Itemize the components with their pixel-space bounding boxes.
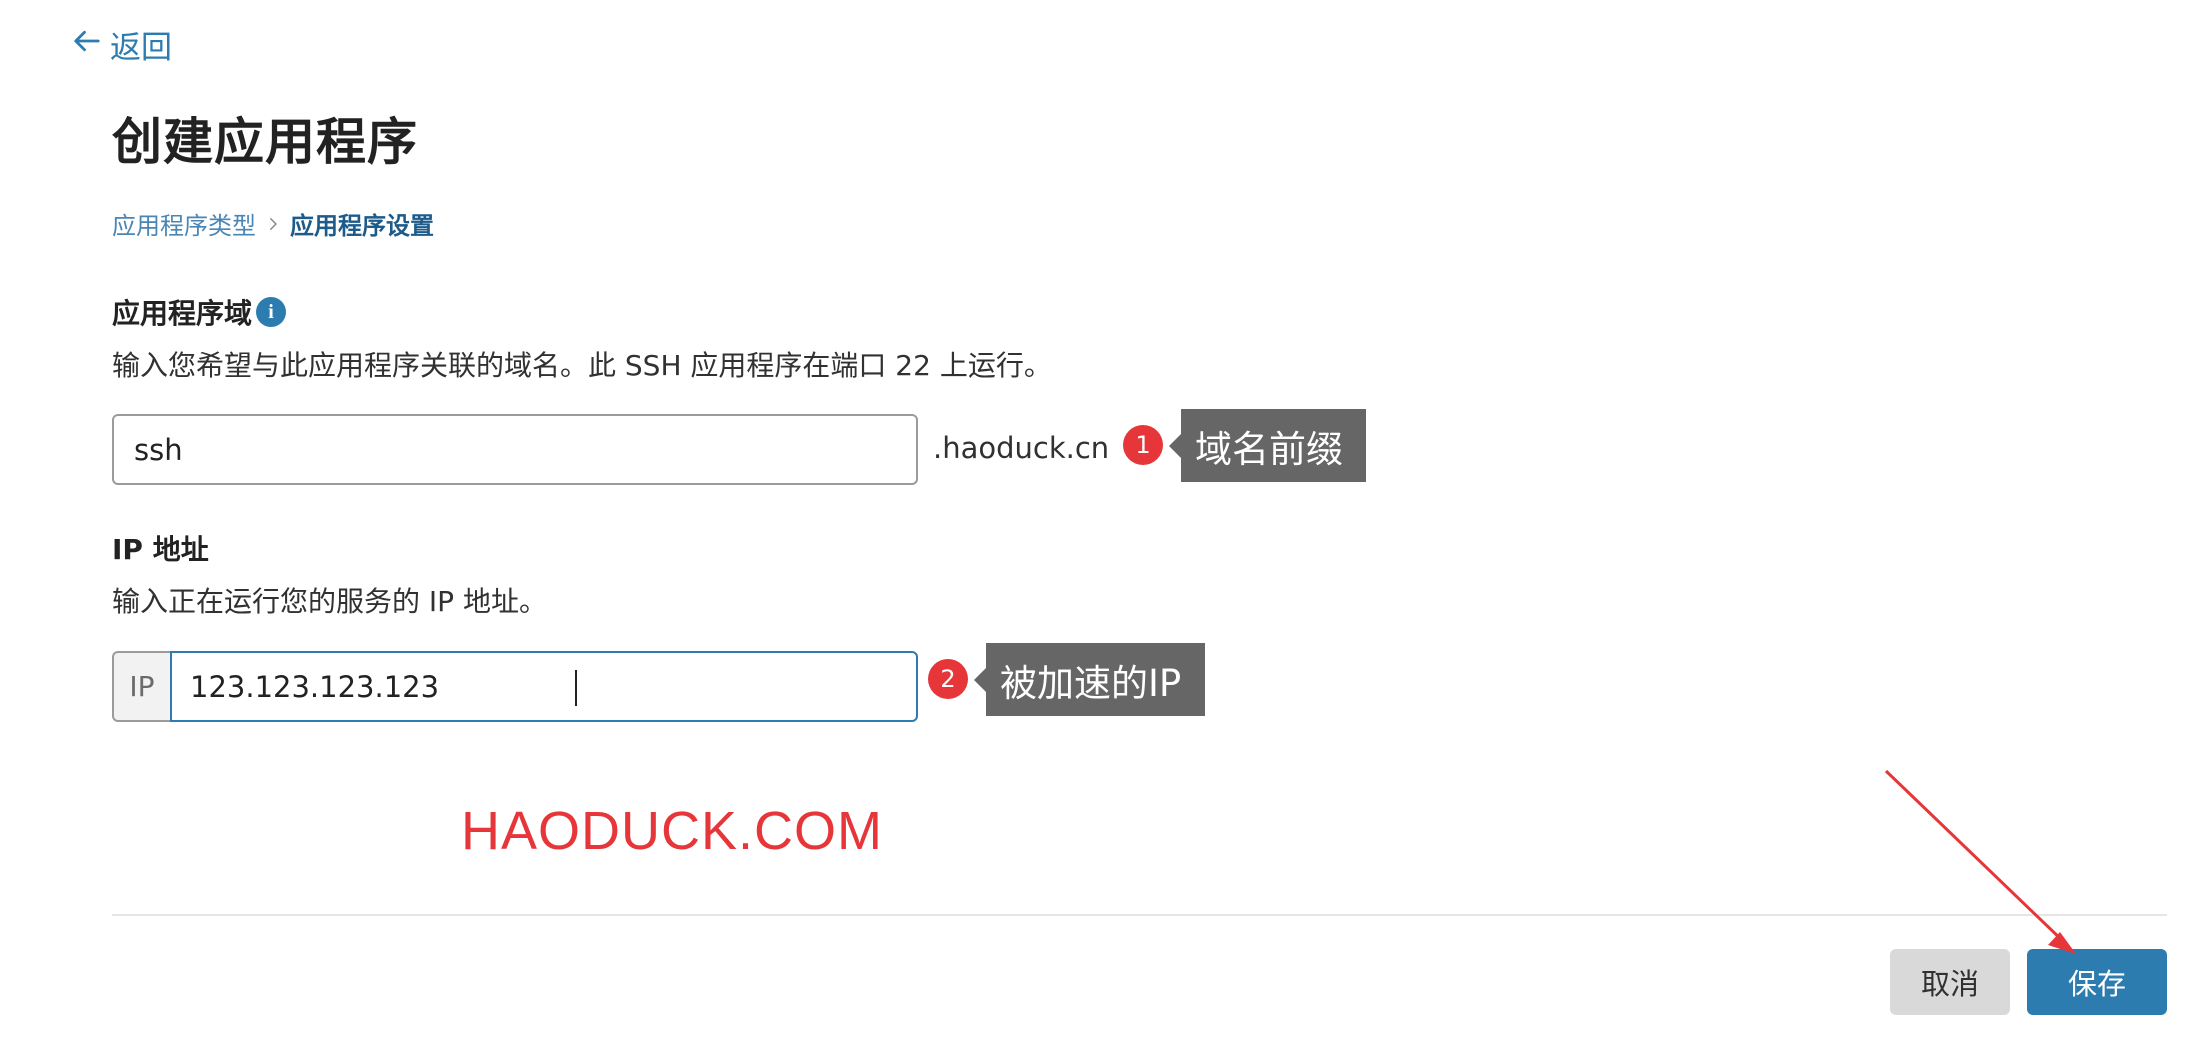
footer-divider: [112, 914, 2167, 916]
text-caret: [575, 670, 577, 706]
arrow-left-icon: [72, 26, 102, 64]
annotation-marker-2: 2: [928, 659, 968, 699]
breadcrumb-application-settings: 应用程序设置: [290, 212, 434, 240]
ip-address-label: IP 地址: [112, 533, 209, 566]
ip-address-description: 输入正在运行您的服务的 IP 地址。: [112, 585, 547, 618]
ip-prefix-addon: IP: [112, 651, 170, 722]
application-domain-label-text: 应用程序域: [112, 297, 253, 330]
watermark-text: HAODUCK.COM: [461, 801, 884, 861]
create-application-page: 返回 创建应用程序 应用程序类型 应用程序设置 应用程序域 i 输入您希望与此应…: [0, 0, 2205, 1053]
subdomain-input[interactable]: [114, 432, 916, 467]
cancel-button[interactable]: 取消: [1890, 949, 2010, 1015]
page-title: 创建应用程序: [112, 113, 418, 171]
breadcrumb-application-type[interactable]: 应用程序类型: [112, 206, 256, 241]
chevron-right-icon: [264, 215, 282, 233]
info-icon[interactable]: i: [256, 297, 287, 327]
subdomain-input-wrapper: [112, 414, 918, 485]
back-label: 返回: [110, 30, 172, 66]
annotation-marker-1: 1: [1123, 425, 1163, 465]
ip-address-input[interactable]: [172, 669, 916, 704]
ip-input-group: IP: [112, 651, 918, 722]
annotation-callout-domain-prefix: 域名前缀: [1181, 409, 1366, 482]
domain-suffix: .haoduck.cn: [933, 431, 1110, 465]
application-domain-description: 输入您希望与此应用程序关联的域名。此 SSH 应用程序在端口 22 上运行。: [112, 349, 1052, 382]
breadcrumb: 应用程序类型 应用程序设置: [112, 206, 434, 241]
annotation-arrow-line: [1884, 769, 2068, 946]
annotation-callout-accelerated-ip: 被加速的IP: [986, 643, 1205, 716]
application-domain-label: 应用程序域 i: [112, 292, 287, 332]
back-link[interactable]: 返回: [72, 22, 172, 67]
save-button[interactable]: 保存: [2027, 949, 2167, 1015]
ip-input-wrapper: [170, 651, 918, 722]
